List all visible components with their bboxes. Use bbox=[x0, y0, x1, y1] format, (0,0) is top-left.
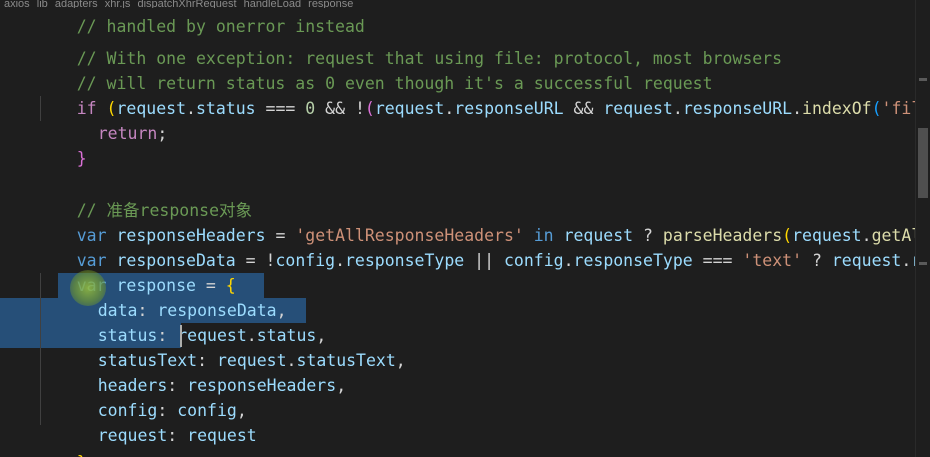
code-line[interactable]: if (request.status === 0 && !(request.re… bbox=[37, 71, 930, 118]
scrollbar-thumb[interactable] bbox=[918, 128, 928, 198]
code-line[interactable]: config: config, bbox=[58, 373, 930, 420]
code-line[interactable]: }; bbox=[37, 425, 930, 457]
vertical-scrollbar[interactable] bbox=[915, 0, 930, 457]
code-line[interactable]: var responseData = !config.responseType … bbox=[37, 223, 930, 270]
code-line[interactable]: status: request.status, bbox=[58, 298, 930, 345]
code-line[interactable]: var responseHeaders = 'getAllResponseHea… bbox=[37, 198, 930, 245]
code-line[interactable]: } bbox=[37, 121, 930, 168]
code-line[interactable]: headers: responseHeaders, bbox=[58, 348, 930, 395]
code-line[interactable]: // With one exception: request that usin… bbox=[37, 21, 930, 68]
code-line[interactable]: // handled by onerror instead bbox=[37, 0, 930, 36]
code-line[interactable]: statusText: request.statusText, bbox=[58, 323, 930, 370]
code-punct: ; bbox=[87, 453, 97, 457]
code-line[interactable]: request: request bbox=[58, 398, 930, 445]
code-line[interactable]: // will return status as 0 even though i… bbox=[37, 46, 930, 93]
text-cursor bbox=[180, 325, 182, 347]
code-line[interactable]: data: responseData, bbox=[58, 273, 930, 320]
scrollbar-marker bbox=[919, 262, 927, 265]
click-indicator-icon bbox=[70, 270, 106, 306]
scrollbar-marker bbox=[919, 78, 927, 81]
code-brace: } bbox=[76, 149, 87, 168]
breadcrumb-item[interactable]: axios bbox=[4, 0, 30, 8]
code-brace: } bbox=[77, 453, 87, 457]
code-line[interactable]: // 准备response对象 bbox=[37, 173, 930, 220]
code-editor[interactable]: axios lib adapters xhr.js dispatchXhrReq… bbox=[0, 0, 930, 457]
code-line[interactable]: return; bbox=[58, 96, 930, 143]
code-line[interactable]: var response = { bbox=[37, 248, 930, 295]
